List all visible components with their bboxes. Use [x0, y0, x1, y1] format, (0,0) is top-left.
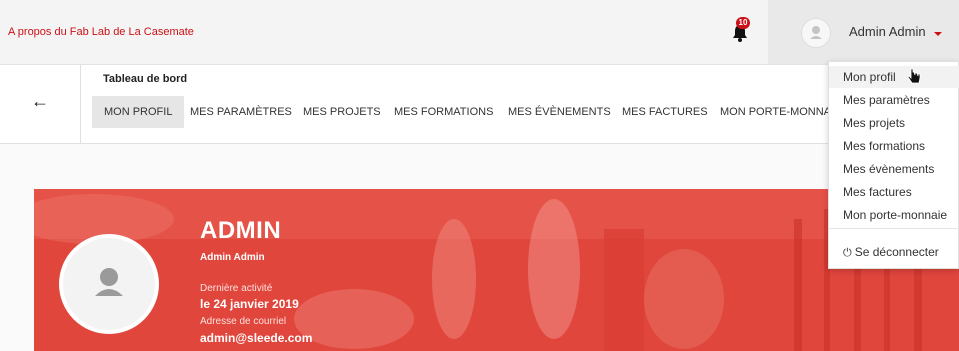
tab-mes-evenements[interactable]: MES ÉVÈNEMENTS: [496, 96, 623, 128]
menu-item-mes-projets[interactable]: Mes projets: [829, 112, 959, 134]
menu-item-mes-parametres[interactable]: Mes paramètres: [829, 89, 959, 111]
user-dropdown-menu: Mon profil Mes paramètres Mes projets Me…: [828, 61, 959, 269]
page-title: Tableau de bord: [103, 73, 188, 85]
tab-mes-formations[interactable]: MES FORMATIONS: [382, 96, 505, 128]
menu-item-logout[interactable]: ⏻ Se déconnecter: [829, 241, 959, 263]
tab-mes-factures[interactable]: MES FACTURES: [610, 96, 720, 128]
hand-cursor-icon: [907, 68, 921, 84]
menu-item-mes-factures[interactable]: Mes factures: [829, 181, 959, 203]
menu-item-mes-formations[interactable]: Mes formations: [829, 135, 959, 157]
back-arrow-icon[interactable]: ←: [31, 92, 49, 110]
menu-item-mes-evenements[interactable]: Mes évènements: [829, 158, 959, 180]
last-activity-value: le 24 janvier 2019: [200, 297, 299, 311]
tab-mon-profil[interactable]: MON PROFIL: [92, 96, 185, 128]
profile-name: ADMIN: [200, 217, 282, 244]
menu-divider: [829, 228, 959, 229]
user-name[interactable]: Admin Admin: [849, 24, 926, 39]
email-label: Adresse de courriel: [200, 316, 287, 327]
top-bar: A propos du Fab Lab de La Casemate 10 Ad…: [0, 0, 959, 65]
logout-label: Se déconnecter: [854, 245, 939, 259]
user-icon: [95, 268, 123, 296]
tab-mes-projets[interactable]: MES PROJETS: [291, 96, 393, 128]
about-fablab-link[interactable]: A propos du Fab Lab de La Casemate: [8, 26, 194, 38]
menu-item-mon-porte-monnaie[interactable]: Mon porte-monnaie: [829, 204, 959, 226]
caret-down-icon[interactable]: [934, 32, 942, 36]
notification-count-badge: 10: [736, 17, 750, 29]
menu-item-mon-profil[interactable]: Mon profil: [829, 66, 959, 88]
profile-full-name: Admin Admin: [200, 252, 265, 263]
user-icon: [810, 26, 822, 39]
tab-mes-parametres[interactable]: MES PARAMÈTRES: [178, 96, 304, 128]
last-activity-label: Dernière activité: [200, 283, 273, 294]
dashboard-header: ← Tableau de bord MON PROFIL MES PARAMÈT…: [0, 65, 959, 144]
user-avatar: [801, 18, 831, 48]
workshop-background-image: [34, 189, 959, 351]
email-value: admin@sleede.com: [200, 331, 313, 345]
power-icon: ⏻: [843, 247, 852, 259]
profile-avatar: [59, 234, 159, 334]
profile-banner: ADMIN Admin Admin Dernière activité le 2…: [34, 189, 959, 351]
user-menu-toggle[interactable]: Admin Admin: [768, 0, 959, 64]
back-button[interactable]: ←: [0, 65, 81, 143]
